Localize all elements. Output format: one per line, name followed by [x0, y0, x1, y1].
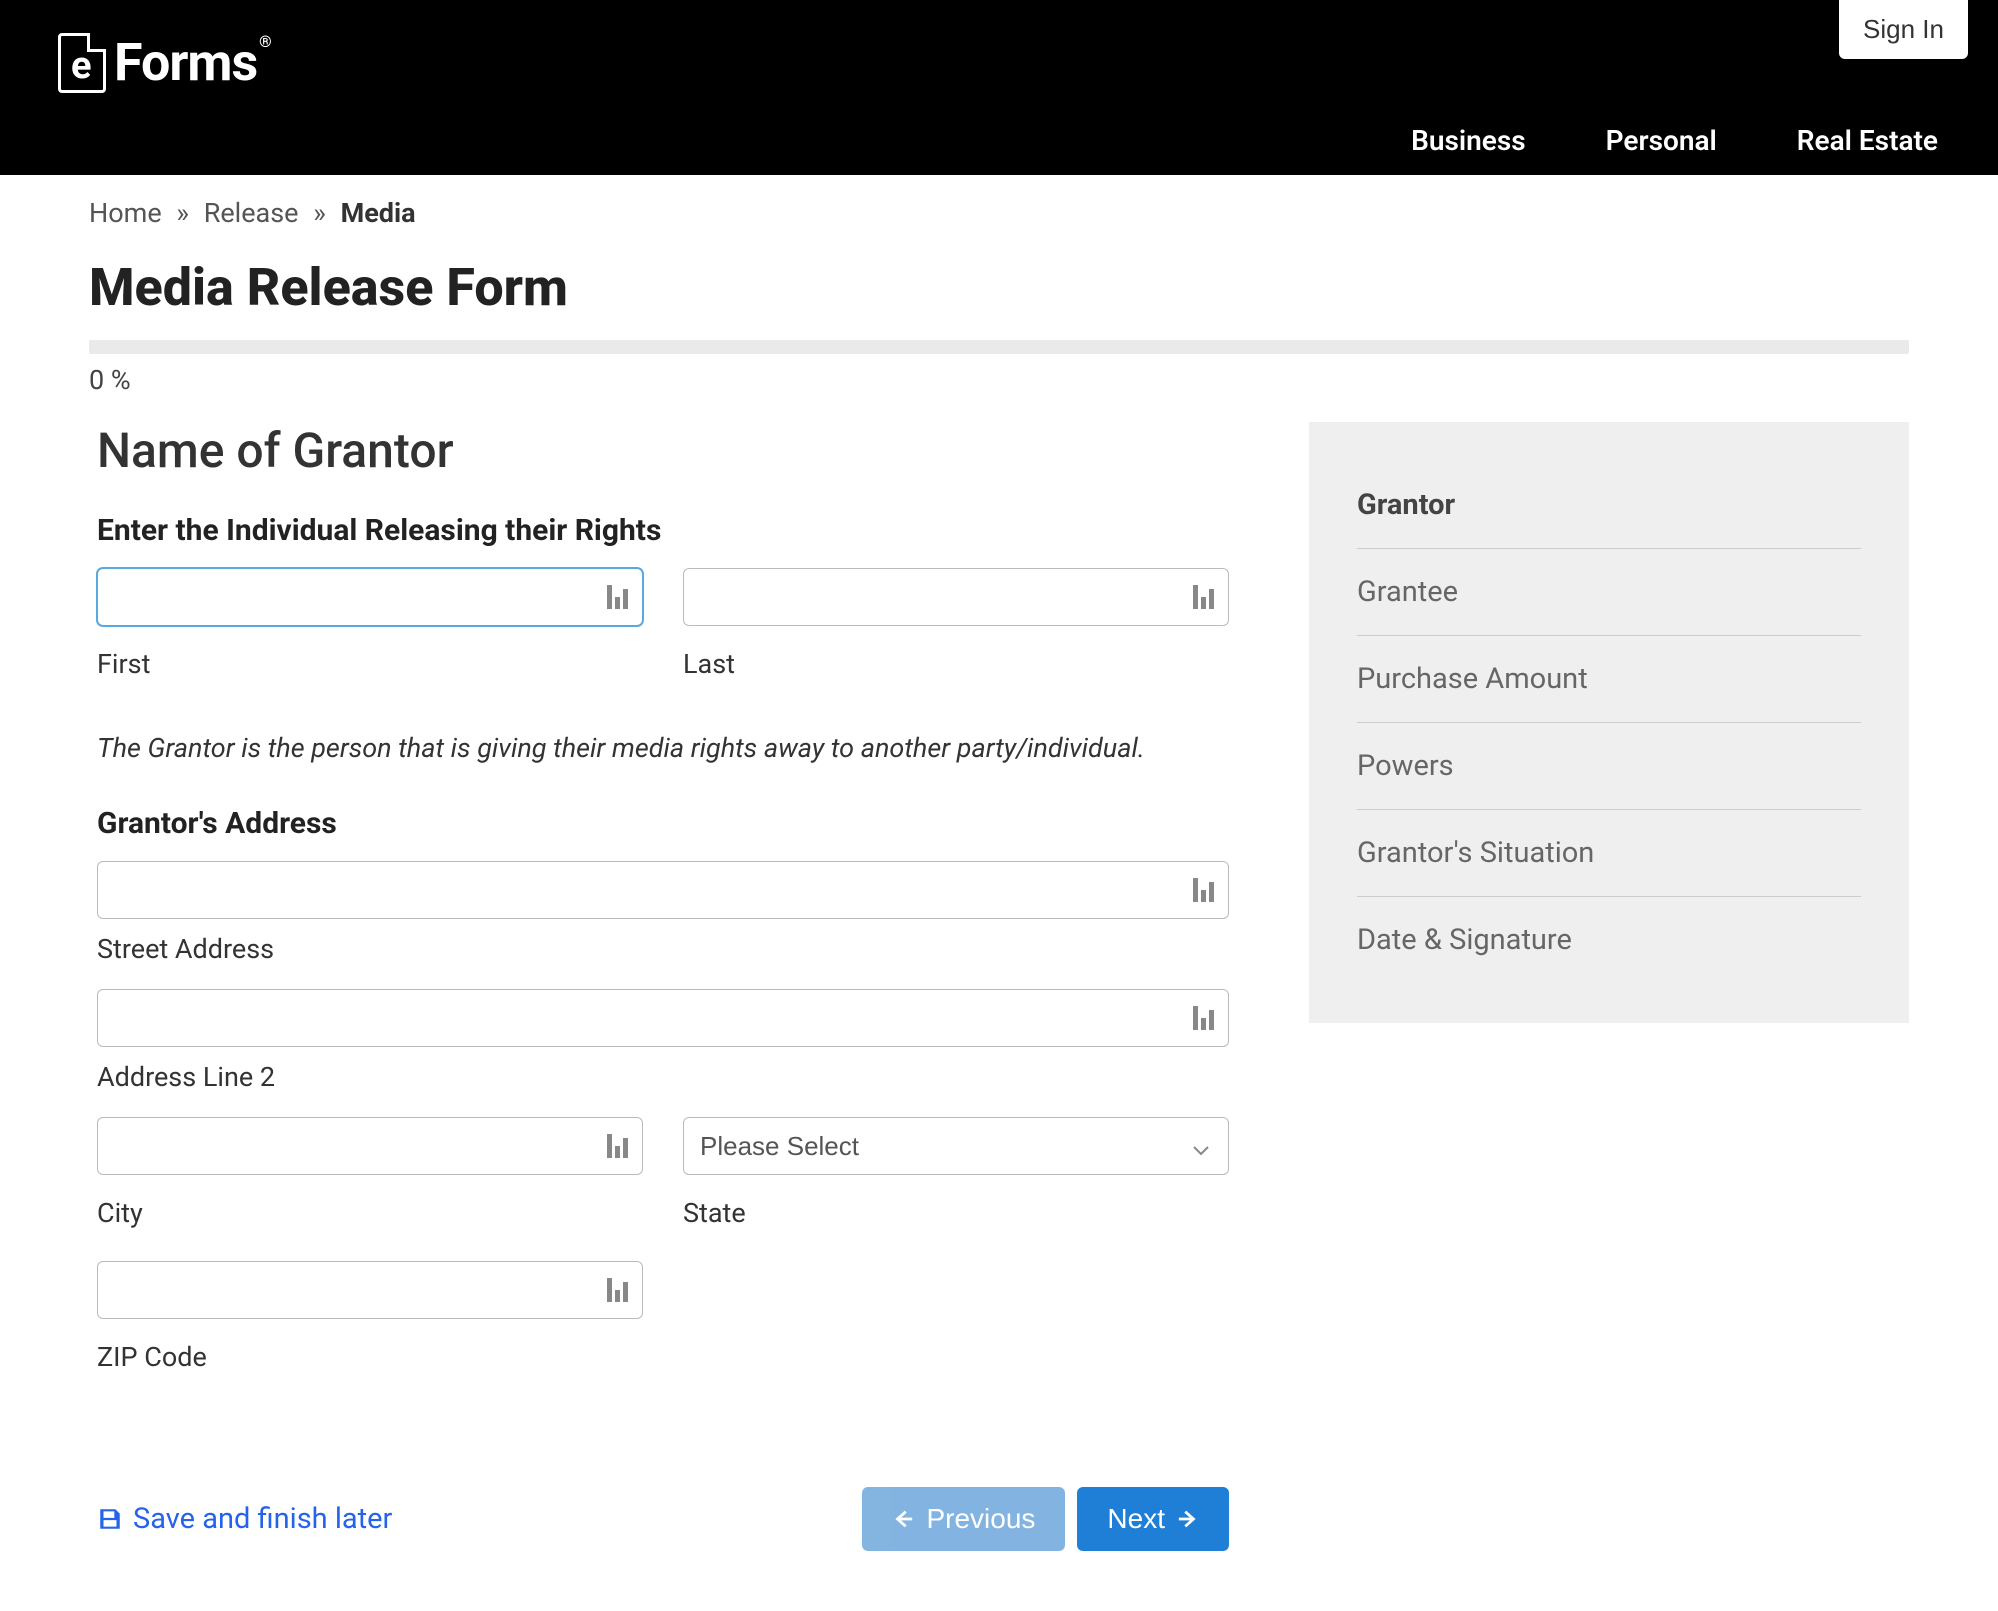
step-grantor[interactable]: Grantor [1357, 462, 1861, 549]
previous-button[interactable]: Previous [862, 1487, 1065, 1551]
step-powers[interactable]: Powers [1357, 723, 1861, 810]
autofill-icon [607, 1134, 629, 1158]
step-purchase-amount[interactable]: Purchase Amount [1357, 636, 1861, 723]
nav-business[interactable]: Business [1411, 124, 1526, 157]
zip-input[interactable] [97, 1261, 643, 1319]
header: Sign In e Forms® Business Personal Real … [0, 0, 1998, 175]
autofill-icon [1193, 585, 1215, 609]
nav-personal[interactable]: Personal [1606, 124, 1717, 157]
street-address-input[interactable] [97, 861, 1229, 919]
autofill-icon [1193, 878, 1215, 902]
logo-text: Forms® [114, 32, 271, 93]
breadcrumb: Home » Release » Media [89, 175, 1909, 257]
step-grantee[interactable]: Grantee [1357, 549, 1861, 636]
state-select[interactable]: Please Select [683, 1117, 1229, 1175]
progress-bar [89, 340, 1909, 354]
main-nav: Business Personal Real Estate [1411, 124, 1938, 157]
first-label: First [97, 648, 643, 680]
steps-sidebar: Grantor Grantee Purchase Amount Powers G… [1309, 422, 1909, 1023]
nav-real-estate[interactable]: Real Estate [1797, 124, 1938, 157]
next-button[interactable]: Next [1077, 1487, 1229, 1551]
breadcrumb-home[interactable]: Home [89, 197, 162, 229]
save-icon [97, 1506, 123, 1532]
document-icon: e [58, 33, 106, 93]
city-label: City [97, 1197, 643, 1229]
zip-label: ZIP Code [97, 1341, 643, 1373]
street-label: Street Address [97, 933, 1229, 965]
autofill-icon [607, 585, 629, 609]
signin-button[interactable]: Sign In [1839, 0, 1968, 59]
form-main: Name of Grantor Enter the Individual Rel… [89, 416, 1229, 1611]
state-label: State [683, 1197, 1229, 1229]
logo[interactable]: e Forms® [58, 32, 271, 93]
arrow-right-icon [1177, 1508, 1199, 1530]
address-line2-input[interactable] [97, 989, 1229, 1047]
save-link[interactable]: Save and finish later [97, 1502, 392, 1536]
last-name-input[interactable] [683, 568, 1229, 626]
first-name-input[interactable] [97, 568, 643, 626]
autofill-icon [607, 1278, 629, 1302]
step-date-signature[interactable]: Date & Signature [1357, 897, 1861, 983]
line2-label: Address Line 2 [97, 1061, 1229, 1093]
page-title: Media Release Form [89, 257, 1909, 318]
last-label: Last [683, 648, 1229, 680]
city-input[interactable] [97, 1117, 643, 1175]
breadcrumb-current: Media [341, 197, 416, 229]
section-title: Name of Grantor [97, 422, 1229, 479]
autofill-icon [1193, 1006, 1215, 1030]
step-grantors-situation[interactable]: Grantor's Situation [1357, 810, 1861, 897]
individual-heading: Enter the Individual Releasing their Rig… [97, 513, 1229, 548]
breadcrumb-release[interactable]: Release [204, 197, 299, 229]
grantor-note: The Grantor is the person that is giving… [97, 732, 1229, 764]
progress-text: 0 % [89, 364, 1909, 396]
arrow-left-icon [892, 1508, 914, 1530]
address-heading: Grantor's Address [97, 806, 1229, 841]
